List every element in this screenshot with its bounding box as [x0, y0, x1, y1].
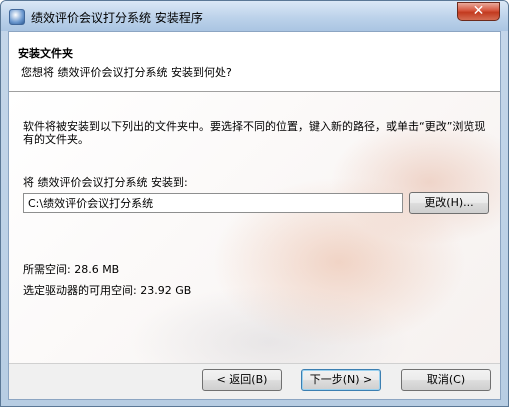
installer-window: 绩效评价会议打分系统 安装程序 ✕ 安装文件夹 您想将 绩效评价会议打分系统 安…	[0, 0, 509, 407]
installer-app-icon	[9, 9, 25, 25]
page-subtitle: 您想将 绩效评价会议打分系统 安装到何处?	[21, 66, 232, 79]
cancel-button[interactable]: 取消(C)	[401, 369, 491, 391]
description-text: 软件将被安装到以下列出的文件夹中。要选择不同的位置，键入新的路径，或单击“更改”…	[23, 120, 486, 146]
page-title: 安装文件夹	[18, 47, 73, 60]
install-path-input[interactable]	[23, 193, 403, 213]
page-header: 安装文件夹 您想将 绩效评价会议打分系统 安装到何处?	[9, 32, 500, 92]
content-area: 软件将被安装到以下列出的文件夹中。要选择不同的位置，键入新的路径，或单击“更改”…	[9, 92, 500, 363]
close-button[interactable]: ✕	[457, 2, 500, 21]
change-folder-button[interactable]: 更改(H)...	[409, 192, 489, 214]
close-icon: ✕	[472, 3, 485, 19]
install-location-label: 将 绩效评价会议打分系统 安装到:	[23, 176, 188, 189]
title-bar[interactable]: 绩效评价会议打分系统 安装程序 ✕	[1, 1, 508, 31]
space-available-text: 选定驱动器的可用空间: 23.92 GB	[23, 284, 192, 297]
button-bar: < 返回(B) 下一步(N) > 取消(C)	[9, 363, 500, 399]
dialog-client-area: 安装文件夹 您想将 绩效评价会议打分系统 安装到何处? 软件将被安装到以下列出的…	[8, 31, 501, 400]
back-button[interactable]: < 返回(B)	[202, 369, 282, 391]
window-title: 绩效评价会议打分系统 安装程序	[31, 11, 203, 25]
next-button[interactable]: 下一步(N) >	[301, 369, 381, 391]
space-required-text: 所需空间: 28.6 MB	[23, 263, 120, 276]
